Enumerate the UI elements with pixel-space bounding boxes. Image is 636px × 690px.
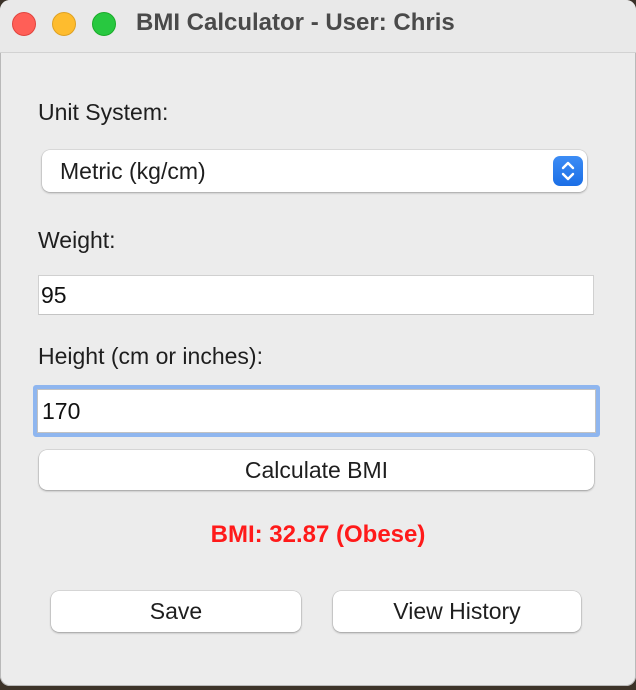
weight-input[interactable]	[38, 275, 594, 315]
view-history-button[interactable]: View History	[333, 591, 581, 632]
window-title: BMI Calculator - User: Chris	[136, 9, 455, 36]
chevron-up-down-icon[interactable]	[553, 156, 583, 186]
height-label: Height (cm or inches):	[38, 343, 263, 369]
unit-system-select[interactable]: Metric (kg/cm)	[42, 150, 587, 192]
weight-label: Weight:	[38, 227, 116, 253]
close-window-button[interactable]	[12, 12, 36, 36]
title-bar: BMI Calculator - User: Chris	[0, 0, 636, 53]
calculate-bmi-button[interactable]: Calculate BMI	[39, 450, 594, 490]
unit-system-selected-value: Metric (kg/cm)	[60, 158, 206, 184]
minimize-window-button[interactable]	[52, 12, 76, 36]
app-window: BMI Calculator - User: Chris Unit System…	[0, 0, 636, 686]
unit-system-label: Unit System:	[38, 99, 169, 125]
zoom-window-button[interactable]	[92, 12, 116, 36]
height-input[interactable]	[33, 385, 600, 437]
bmi-result-text: BMI: 32.87 (Obese)	[210, 521, 426, 548]
save-button[interactable]: Save	[51, 591, 301, 632]
